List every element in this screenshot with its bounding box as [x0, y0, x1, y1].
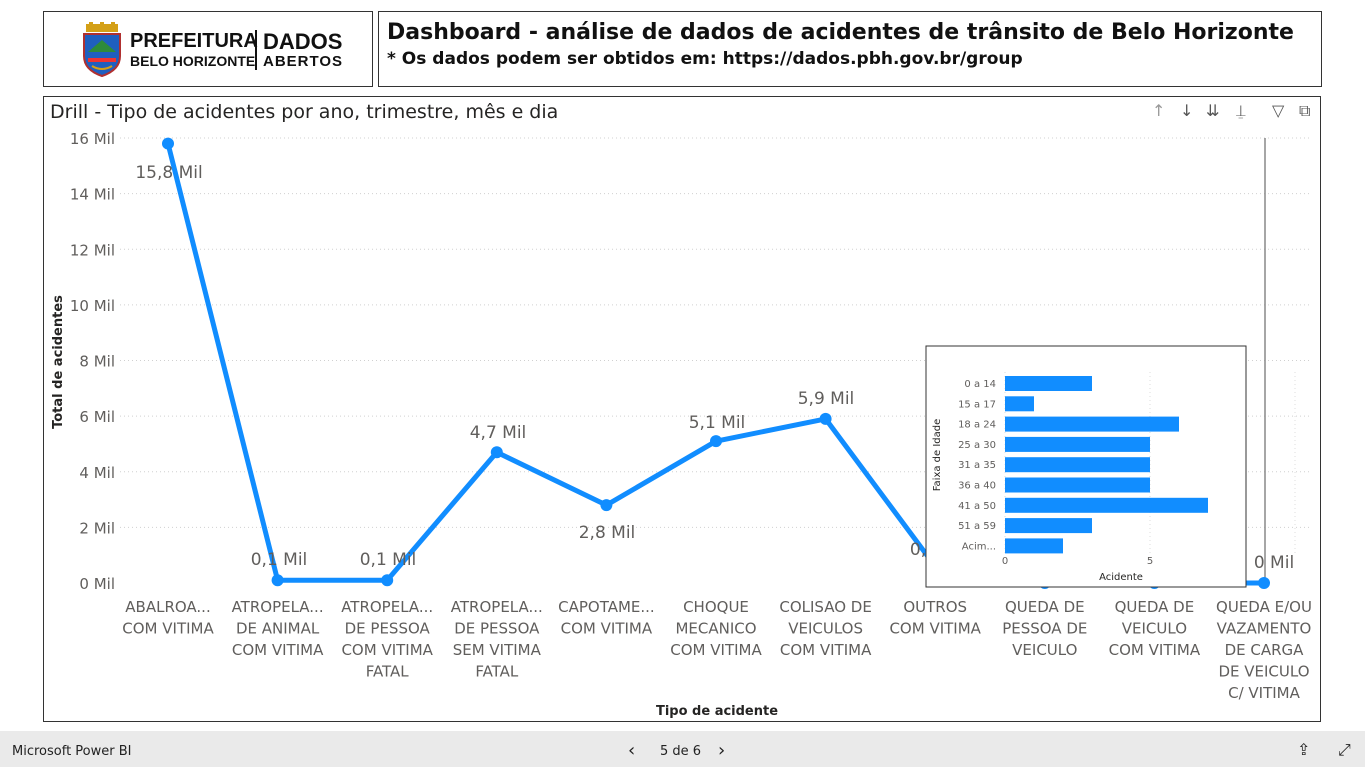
x-category-label: ATROPELA... DE ANIMAL COM VITIMA [232, 598, 324, 659]
y-tick-label: 14 Mil [70, 186, 115, 204]
tooltip-category-label: 31 a 35 [958, 460, 996, 471]
x-category-label: QUEDA DE PESSOA DE VEICULO [1002, 598, 1087, 659]
y-tick-label: 0 Mil [79, 575, 115, 593]
tooltip-bar [1005, 436, 1150, 452]
tooltip-category-label: 18 a 24 [958, 420, 996, 431]
app-name: Microsoft Power BI [12, 744, 132, 759]
data-point [381, 574, 394, 587]
data-label: 0,1 Mil [360, 550, 417, 570]
tooltip-category-label: 36 a 40 [958, 481, 996, 492]
y-tick-label: 8 Mil [79, 353, 115, 371]
y-tick-label: 10 Mil [70, 297, 115, 315]
data-point [600, 499, 613, 512]
data-point [710, 435, 722, 448]
tooltip-x-tick: 5 [1147, 556, 1153, 567]
x-category-label: CAPOTAME... COM VITIMA [558, 598, 655, 638]
tooltip-bar [1005, 497, 1208, 513]
y-tick-label: 4 Mil [79, 464, 115, 482]
x-category-label: ATROPELA... DE PESSOA COM VITIMA FATAL [341, 598, 433, 681]
data-label: 15,8 Mil [135, 163, 202, 183]
data-label: 2,8 Mil [579, 523, 636, 543]
main-chart-svg: 0 Mil 2 Mil 4 Mil 6 Mil 8 Mil 10 Mil 12 Mil 14 … [51, 130, 1312, 719]
tooltip-category-label: 25 a 30 [958, 440, 996, 451]
x-category-label: OUTROS COM VITIMA [889, 598, 981, 638]
data-point [1258, 577, 1270, 589]
tooltip-x-title: Acidente [1099, 572, 1143, 583]
y-tick-label: 2 Mil [79, 519, 115, 537]
data-label: 5,9 Mil [798, 389, 855, 409]
x-category-label: COLISAO DE VEICULOS COM VITIMA [779, 598, 872, 659]
x-axis-title: Tipo de acidente [656, 704, 778, 719]
data-point [271, 574, 284, 587]
tooltip-x-tick: 0 [1002, 556, 1008, 567]
tooltip-y-title: Faixa de Idade [932, 419, 943, 492]
data-label: 0,1 Mil [251, 550, 308, 570]
prev-page-icon[interactable]: ‹ [628, 740, 635, 761]
data-label: 0, [910, 540, 926, 560]
data-label: 5,1 Mil [689, 413, 746, 433]
data-label: 4,7 Mil [470, 423, 527, 443]
bottom-bar: Microsoft Power BI ‹ 5 de 6 › ⇪ ⤢ [0, 731, 1365, 767]
tooltip-category-label: 15 a 17 [958, 399, 996, 410]
data-point [819, 412, 832, 425]
tooltip-bar [1005, 396, 1034, 412]
x-category-label: CHOQUE MECANICO COM VITIMA [670, 598, 762, 659]
tooltip-category-label: 41 a 50 [958, 501, 996, 512]
tooltip-category-label: Acim... [962, 541, 996, 552]
fullscreen-icon[interactable]: ⤢ [1338, 740, 1351, 760]
x-category-label: ABALROA... COM VITIMA [122, 598, 214, 638]
tooltip-bar-chart: 0 a 14 15 a 17 18 a 24 25 a 30 31 a 35 36 a 4… [925, 345, 1296, 588]
page-indicator: 5 de 6 [660, 744, 702, 759]
tooltip-category-label: 0 a 14 [964, 379, 996, 390]
tooltip-bar [1005, 518, 1092, 534]
tooltip-bar [1005, 538, 1063, 554]
x-category-label: QUEDA DE VEICULO COM VITIMA [1109, 598, 1201, 659]
next-page-icon[interactable]: › [718, 740, 725, 761]
x-category-label: QUEDA E/OU VAZAMENTO DE CARGA DE VEICULO C/ … [1216, 598, 1312, 702]
y-tick-label: 6 Mil [79, 408, 115, 426]
tooltip-bar [1005, 416, 1179, 432]
data-point [490, 446, 503, 459]
x-category-label: ATROPELA... DE PESSOA SEM VITIMA FATAL [451, 598, 543, 681]
y-tick-label: 12 Mil [70, 241, 115, 259]
tooltip-bar [1005, 477, 1150, 493]
tooltip-bar [1005, 376, 1092, 391]
tooltip-bar [1005, 457, 1150, 473]
tooltip-category-label: 51 a 59 [958, 521, 996, 532]
data-point [162, 137, 174, 150]
data-label: 0 Mil [1254, 553, 1294, 573]
share-icon[interactable]: ⇪ [1297, 740, 1310, 759]
y-axis-title: Total de acidentes [51, 295, 66, 429]
y-tick-label: 16 Mil [70, 130, 115, 148]
